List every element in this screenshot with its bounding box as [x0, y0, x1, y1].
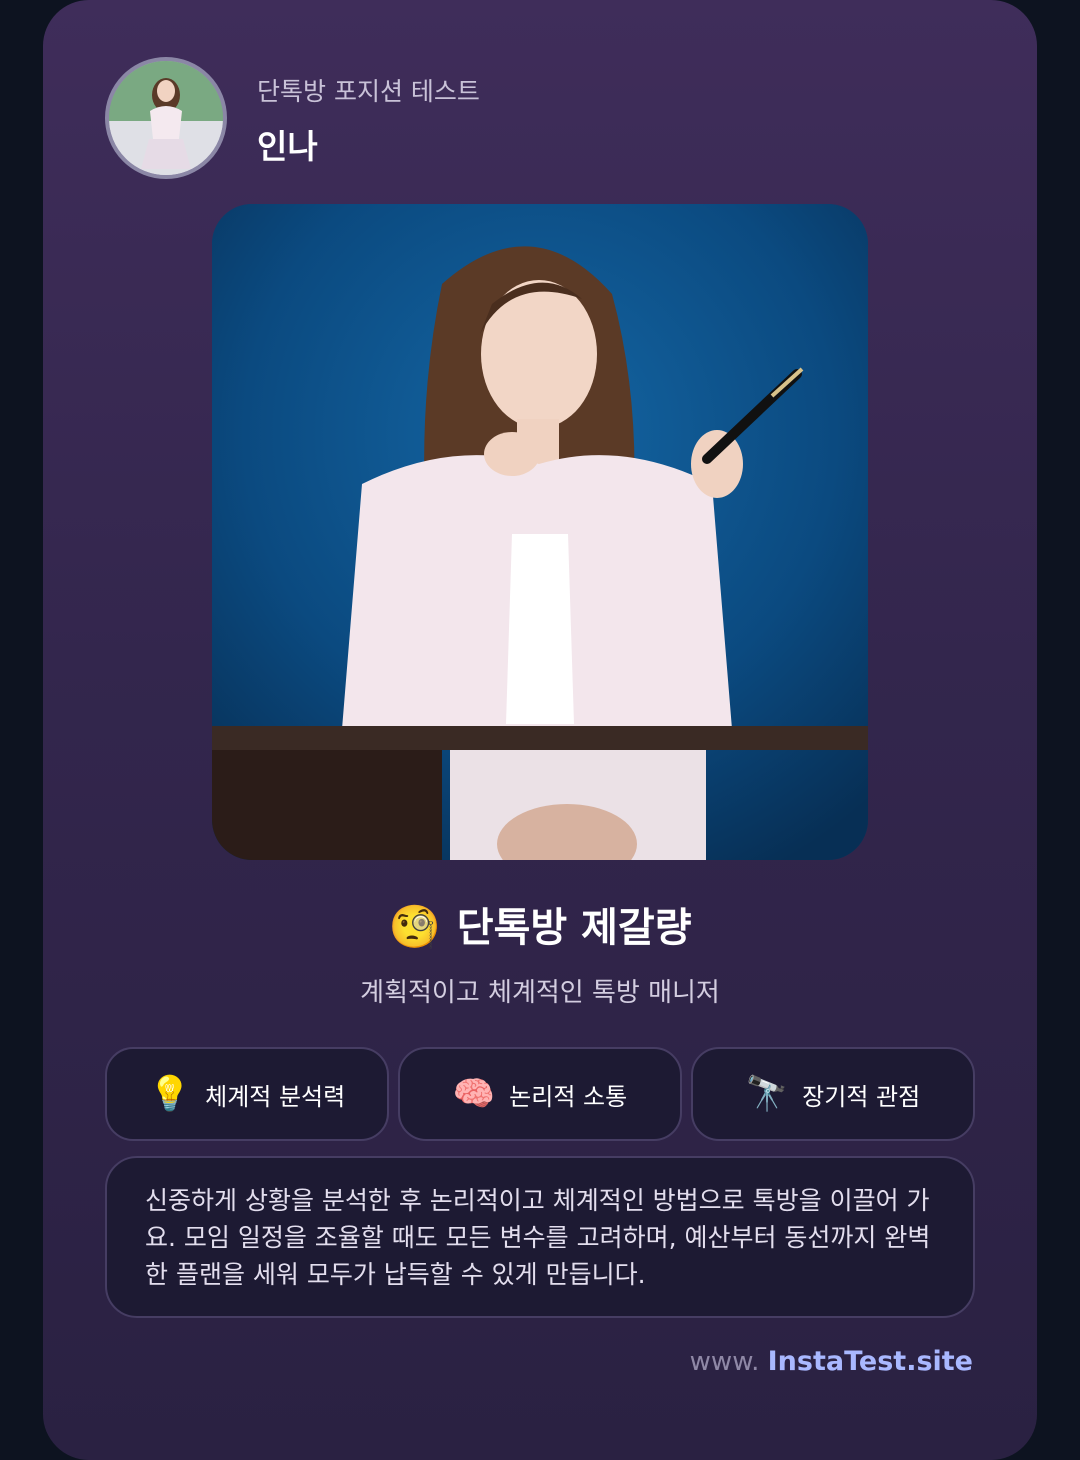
site-prefix: www. — [689, 1347, 760, 1377]
trait-label: 체계적 분석력 — [205, 1082, 346, 1111]
result-description: 신중하게 상황을 분석한 후 논리적이고 체계적인 방법으로 톡방을 이끌어 가… — [105, 1156, 975, 1318]
avatar — [105, 57, 227, 179]
trait-label: 장기적 관점 — [802, 1082, 921, 1111]
result-subtitle: 계획적이고 체계적인 톡방 매니저 — [360, 978, 720, 1008]
result-illustration — [212, 204, 868, 860]
lightbulb-icon: 💡 — [148, 1074, 192, 1114]
trait-chip-perspective: 🔭 장기적 관점 — [691, 1047, 975, 1141]
trait-chip-communication: 🧠 논리적 소통 — [398, 1047, 682, 1141]
result-title: 🧐 단톡방 제갈량 — [0, 895, 1080, 953]
result-title-text: 단톡방 제갈량 — [456, 905, 692, 951]
test-title: 단톡방 포지션 테스트 — [257, 77, 480, 106]
user-name: 인나 — [257, 127, 318, 166]
site-brand[interactable]: InstaTest.site — [768, 1346, 973, 1377]
brain-icon: 🧠 — [452, 1074, 496, 1114]
avatar-portrait — [109, 61, 223, 175]
telescope-icon: 🔭 — [745, 1074, 789, 1114]
monocle-face-icon: 🧐 — [388, 902, 441, 951]
result-image — [212, 204, 868, 860]
trait-label: 논리적 소통 — [509, 1082, 628, 1111]
trait-chip-analysis: 💡 체계적 분석력 — [105, 1047, 389, 1141]
site-link[interactable]: www. InstaTest.site — [690, 1346, 973, 1377]
